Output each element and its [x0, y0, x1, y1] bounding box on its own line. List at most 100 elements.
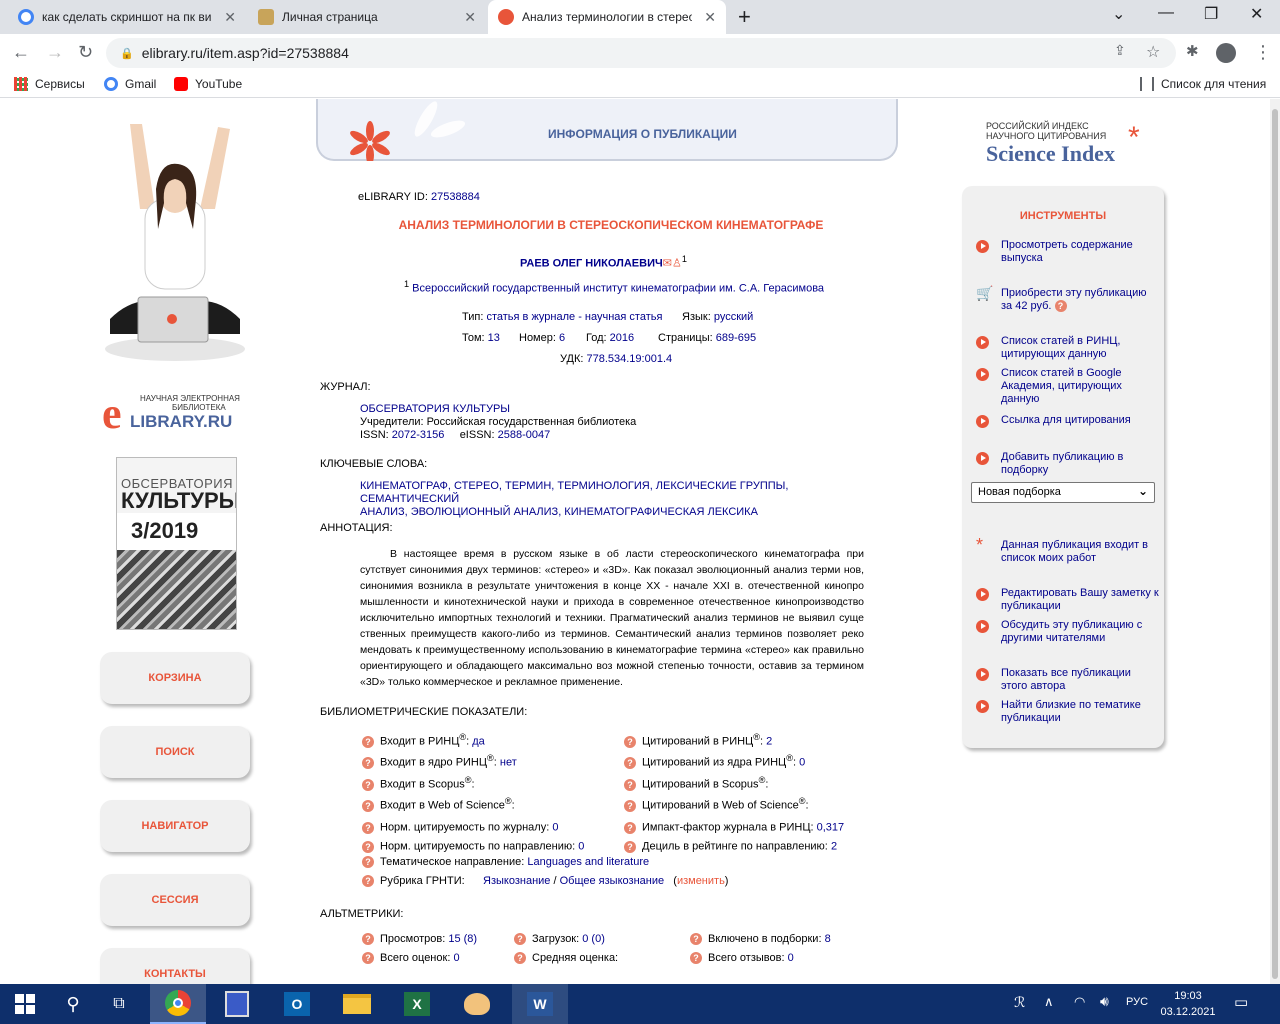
close-tab-icon[interactable]: ✕	[704, 9, 716, 26]
close-tab-icon[interactable]: ✕	[464, 9, 476, 26]
tool-rinc-citing[interactable]: Список статей в РИНЦ, цитирующих данную	[976, 335, 1120, 361]
tab-google-search[interactable]: как сделать скриншот на пк вин ✕	[8, 0, 246, 34]
publication-header: ИНФОРМАЦИЯ О ПУБЛИКАЦИИ	[316, 99, 898, 161]
collection-select[interactable]: Новая подборка ⌄	[971, 482, 1155, 503]
pub-type: Тип: статья в журнале - научная статья	[462, 311, 663, 323]
reading-list[interactable]: Список для чтения	[1140, 77, 1266, 91]
search-icon[interactable]: ⚲	[48, 988, 98, 1020]
language-indicator[interactable]: РУС	[1126, 996, 1148, 1008]
file-explorer-icon[interactable]	[332, 988, 382, 1020]
tool-edit-note[interactable]: Редактировать Вашу заметку к публикации	[976, 587, 1159, 613]
tray-chevron-icon[interactable]: ∧	[1044, 994, 1054, 1010]
page-scrollbar[interactable]	[1270, 99, 1280, 984]
help-icon[interactable]: ?	[362, 735, 374, 748]
restore-icon[interactable]: ❐	[1204, 4, 1218, 24]
help-icon[interactable]: ?	[362, 821, 374, 834]
help-icon[interactable]: ?	[690, 952, 702, 965]
search-button[interactable]: ПОИСК	[100, 726, 250, 778]
help-icon[interactable]: ?	[362, 952, 374, 965]
bibliometric-row: ? Цитирований в Web of Science®:	[624, 796, 809, 812]
journal-name-link[interactable]: ОБСЕРВАТОРИЯ КУЛЬТУРЫ	[360, 403, 636, 416]
help-icon[interactable]: ?	[362, 856, 374, 869]
journal-cover[interactable]: ОБСЕРВАТОРИЯ КУЛЬТУРЫ 3/2019	[116, 457, 237, 630]
network-icon[interactable]: ◠	[1074, 994, 1085, 1010]
bookmark-apps[interactable]: Сервисы	[14, 77, 85, 91]
help-icon[interactable]: ?	[624, 840, 636, 853]
tool-cite-link[interactable]: Ссылка для цитирования	[976, 414, 1131, 428]
help-icon[interactable]: ?	[362, 778, 374, 791]
session-button[interactable]: СЕССИЯ	[100, 874, 250, 926]
affiliation[interactable]: 1 Всероссийский государственный институт…	[404, 279, 824, 295]
tool-view-issue[interactable]: Просмотреть содержание выпуска	[976, 239, 1133, 265]
close-window-icon[interactable]: ✕	[1250, 4, 1263, 24]
help-icon[interactable]: ?	[514, 952, 526, 965]
chrome-taskbar-icon[interactable]	[150, 984, 206, 1024]
reload-icon[interactable]: ↻	[78, 42, 93, 63]
asterisk-decoration-icon	[350, 101, 466, 161]
tab-search-icon[interactable]: ⌄	[1112, 4, 1125, 24]
publication-title: АНАЛИЗ ТЕРМИНОЛОГИИ В СТЕРЕОСКОПИЧЕСКОМ …	[398, 218, 824, 232]
help-icon[interactable]: ?	[624, 821, 636, 834]
tool-author-pubs[interactable]: Показать все публикации этого автора	[976, 667, 1131, 693]
change-rubric-link[interactable]: изменить	[677, 875, 725, 887]
tool-add-to-collection[interactable]: Добавить публикацию в подборку	[976, 451, 1123, 477]
clock[interactable]: 19:03 03.12.2021	[1160, 988, 1216, 1020]
contacts-button[interactable]: КОНТАКТЫ	[100, 948, 250, 984]
task-view-icon[interactable]: ⧉	[94, 988, 144, 1020]
arrow-icon	[976, 620, 989, 633]
help-icon[interactable]: ?	[624, 778, 636, 791]
extensions-icon[interactable]: ✱	[1186, 42, 1199, 60]
help-icon[interactable]: ?	[690, 933, 702, 946]
url-field[interactable]: 🔒 elibrary.ru/item.asp?id=27538884	[106, 38, 1176, 68]
author-email-icon[interactable]: ✉	[663, 258, 672, 270]
help-icon[interactable]: ?	[362, 933, 374, 946]
keywords-list[interactable]: КИНЕМАТОГРАФ, СТЕРЕО, ТЕРМИН, ТЕРМИНОЛОГ…	[360, 480, 880, 519]
help-icon[interactable]: ?	[624, 799, 636, 812]
science-index-logo[interactable]: РОССИЙСКИЙ ИНДЕКС НАУЧНОГО ЦИТИРОВАНИЯ S…	[986, 121, 1166, 171]
paint-icon[interactable]	[452, 988, 502, 1020]
menu-icon[interactable]: ⋮	[1254, 42, 1272, 63]
volume-icon[interactable]: 🔊︎	[1100, 993, 1109, 1010]
people-icon[interactable]: ℛ	[1014, 994, 1025, 1011]
scrollbar-thumb[interactable]	[1272, 109, 1278, 979]
help-icon[interactable]: ?	[624, 756, 636, 769]
help-icon[interactable]: ?	[1054, 300, 1067, 313]
outlook-icon[interactable]: O	[272, 988, 322, 1020]
tool-my-works[interactable]: * Данная публикация входит в список моих р…	[976, 536, 1148, 565]
excel-icon[interactable]: X	[392, 988, 442, 1020]
profile-icon[interactable]	[1216, 43, 1236, 63]
forward-icon[interactable]: →	[46, 42, 64, 63]
tab-personal-page[interactable]: Личная страница ✕	[248, 0, 486, 34]
bookmark-youtube[interactable]: YouTube	[174, 77, 242, 91]
help-icon[interactable]: ?	[514, 933, 526, 946]
tab-elibrary[interactable]: Анализ терминологии в стерео ✕	[488, 0, 726, 34]
elibrary-id-value[interactable]: 27538884	[431, 191, 480, 203]
abstract-heading: АННОТАЦИЯ:	[320, 522, 393, 534]
tool-buy[interactable]: 🛒 Приобрести эту публикацию за 42 руб. ?	[976, 286, 1146, 313]
back-icon[interactable]: ←	[12, 42, 30, 63]
bookmark-gmail[interactable]: Gmail	[104, 77, 156, 91]
elibrary-logo[interactable]: e НАУЧНАЯ ЭЛЕКТРОННАЯ БИБЛИОТЕКА LIBRARY…	[102, 392, 252, 436]
google-icon	[104, 77, 118, 91]
navigator-button[interactable]: НАВИГАТОР	[100, 800, 250, 852]
cart-button[interactable]: КОРЗИНА	[100, 652, 250, 704]
help-icon[interactable]: ?	[362, 756, 374, 769]
tool-discuss[interactable]: Обсудить эту публикацию с другими читател…	[976, 619, 1142, 645]
bookmark-star-icon[interactable]: ☆	[1146, 42, 1160, 62]
tool-similar[interactable]: Найти близкие по тематике публикации	[976, 699, 1141, 725]
minimize-icon[interactable]: —	[1158, 4, 1174, 22]
save-app-icon[interactable]	[212, 988, 262, 1020]
help-icon[interactable]: ?	[624, 735, 636, 748]
author-name[interactable]: РАЕВ ОЛЕГ НИКОЛАЕВИЧ✉♙1	[520, 254, 687, 270]
close-tab-icon[interactable]: ✕	[224, 9, 236, 26]
windows-start-icon[interactable]	[0, 988, 50, 1020]
tool-google-citing[interactable]: Список статей в Google Академия, цитирующ…	[976, 367, 1122, 406]
help-icon[interactable]: ?	[362, 875, 374, 888]
word-icon[interactable]: W	[512, 984, 568, 1024]
help-icon[interactable]: ?	[362, 799, 374, 812]
help-icon[interactable]: ?	[362, 840, 374, 853]
share-icon[interactable]: ⇪	[1114, 42, 1126, 59]
author-profile-icon[interactable]: ♙	[672, 258, 682, 270]
new-tab-icon[interactable]: +	[738, 4, 751, 30]
notifications-icon[interactable]: ▭	[1234, 993, 1248, 1011]
